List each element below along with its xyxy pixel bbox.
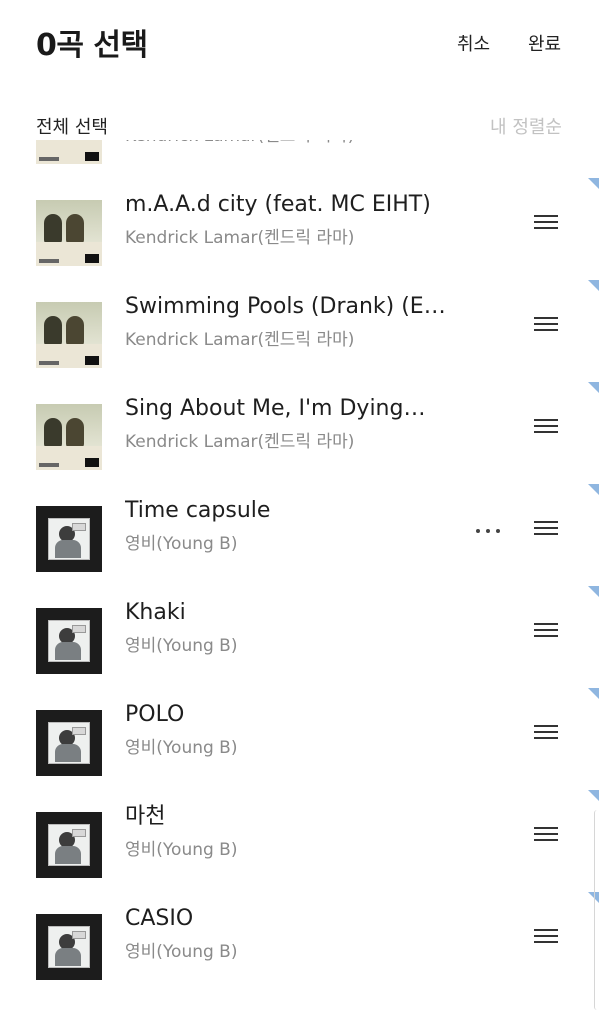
- track-row[interactable]: 마천영비(Young B): [0, 790, 599, 892]
- track-artist: 영비(Young B): [125, 534, 238, 554]
- track-artist: Kendrick Lamar(켄드릭 라마): [125, 330, 355, 350]
- album-art: [36, 608, 102, 674]
- track-info: Kendrick Lamar(켄드릭 라마): [125, 140, 465, 146]
- track-artist: Kendrick Lamar(켄드릭 라마): [125, 432, 355, 452]
- corner-marker: [588, 484, 599, 495]
- drag-handle-icon[interactable]: [534, 418, 558, 436]
- sort-order-button[interactable]: 내 정렬순: [490, 113, 562, 139]
- track-row[interactable]: Kendrick Lamar(켄드릭 라마): [0, 140, 599, 178]
- track-rows: Kendrick Lamar(켄드릭 라마)m.A.A.d city (feat…: [0, 140, 599, 994]
- corner-marker: [588, 382, 599, 393]
- track-info: 마천영비(Young B): [125, 800, 465, 860]
- track-info: Khaki 영비(Young B): [125, 596, 465, 656]
- track-title: POLO: [125, 702, 185, 727]
- more-options-icon[interactable]: [474, 524, 502, 538]
- drag-handle-icon[interactable]: [534, 826, 558, 844]
- track-artist: Kendrick Lamar(켄드릭 라마): [125, 140, 465, 146]
- track-info: Sing About Me, I'm Dying… Kendrick Lamar(…: [125, 392, 465, 452]
- track-title: Time capsule: [125, 498, 271, 523]
- cancel-button[interactable]: 취소: [457, 30, 490, 56]
- drag-handle-icon[interactable]: [534, 622, 558, 640]
- track-artist: 영비(Young B): [125, 636, 238, 656]
- corner-marker: [588, 178, 599, 189]
- track-row[interactable]: Khaki 영비(Young B): [0, 586, 599, 688]
- track-artist: Kendrick Lamar(켄드릭 라마): [125, 228, 355, 248]
- album-art: [36, 506, 102, 572]
- track-row[interactable]: POLO 영비(Young B): [0, 688, 599, 790]
- drag-handle-icon[interactable]: [534, 724, 558, 742]
- corner-marker: [588, 688, 599, 699]
- album-art: [36, 914, 102, 980]
- done-button[interactable]: 완료: [528, 30, 561, 56]
- corner-marker: [588, 586, 599, 597]
- track-row[interactable]: Time capsule 영비(Young B): [0, 484, 599, 586]
- track-row[interactable]: CASIO 영비(Young B): [0, 892, 599, 994]
- track-info: Swimming Pools (Drank) (E… Kendrick Lamar…: [125, 290, 465, 350]
- track-info: POLO 영비(Young B): [125, 698, 465, 758]
- track-title: Swimming Pools (Drank) (E…: [125, 294, 446, 319]
- header: 0곡 선택 취소 완료: [0, 0, 599, 88]
- track-artist: 영비(Young B): [125, 738, 238, 758]
- track-artist: 영비(Young B): [125, 840, 238, 860]
- track-title: Sing About Me, I'm Dying…: [125, 396, 426, 421]
- album-art: [36, 140, 102, 164]
- drag-handle-icon[interactable]: [534, 520, 558, 538]
- scrollbar[interactable]: [594, 810, 599, 1010]
- track-title: CASIO: [125, 906, 194, 931]
- corner-marker: [588, 790, 599, 801]
- track-title: 마천: [125, 804, 166, 829]
- drag-handle-icon[interactable]: [534, 316, 558, 334]
- list-toolbar: 전체 선택 내 정렬순: [0, 100, 599, 140]
- track-list[interactable]: Kendrick Lamar(켄드릭 라마)m.A.A.d city (feat…: [0, 140, 599, 1032]
- album-art: [36, 200, 102, 266]
- corner-marker: [588, 280, 599, 291]
- track-info: Time capsule 영비(Young B): [125, 494, 465, 554]
- track-title: Khaki: [125, 600, 186, 625]
- track-title: m.A.A.d city (feat. MC EIHT): [125, 192, 431, 217]
- album-art: [36, 710, 102, 776]
- album-art: [36, 302, 102, 368]
- track-row[interactable]: Sing About Me, I'm Dying… Kendrick Lamar(…: [0, 382, 599, 484]
- page-title: 0곡 선택: [36, 28, 148, 63]
- track-info: m.A.A.d city (feat. MC EIHT) Kendrick Lam…: [125, 188, 465, 248]
- select-all-button[interactable]: 전체 선택: [36, 113, 108, 139]
- track-row[interactable]: m.A.A.d city (feat. MC EIHT) Kendrick Lam…: [0, 178, 599, 280]
- track-info: CASIO 영비(Young B): [125, 902, 465, 962]
- drag-handle-icon[interactable]: [534, 928, 558, 946]
- drag-handle-icon[interactable]: [534, 214, 558, 232]
- album-art: [36, 404, 102, 470]
- track-artist: 영비(Young B): [125, 942, 238, 962]
- track-row[interactable]: Swimming Pools (Drank) (E… Kendrick Lamar…: [0, 280, 599, 382]
- album-art: [36, 812, 102, 878]
